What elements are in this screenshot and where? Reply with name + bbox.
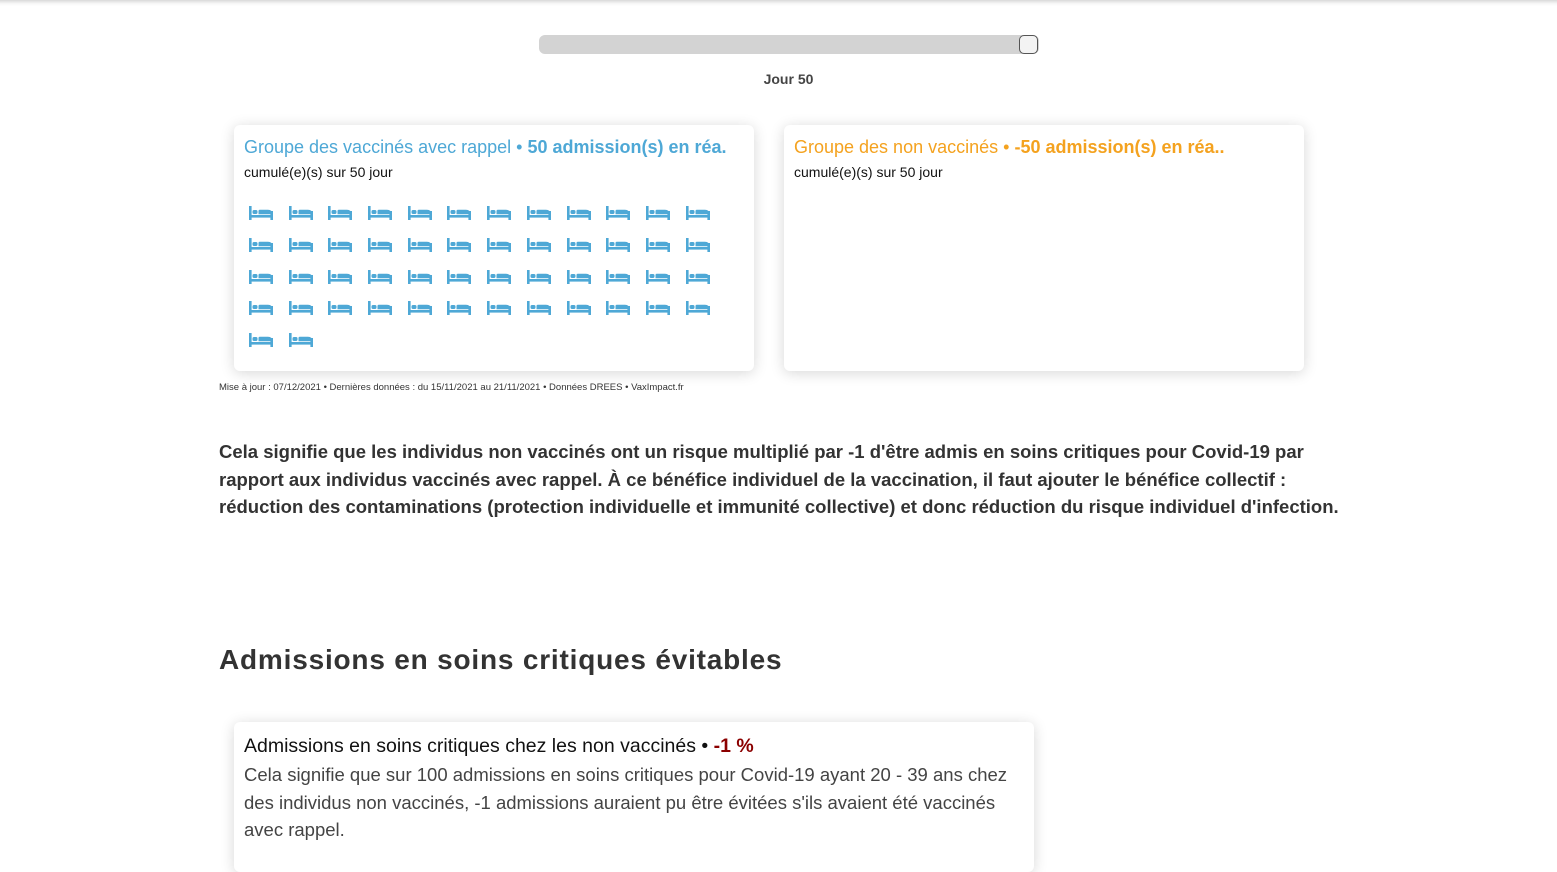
day-slider-track[interactable] [539,35,1039,54]
title-separator: • [695,735,714,757]
bed-icon [486,269,512,285]
bed-icon [407,237,433,253]
title-separator: • [998,137,1015,157]
bed-icon [367,269,393,285]
risk-explanation: Cela signifie que les individus non vacc… [219,441,1339,517]
bed-icon [288,300,314,316]
bed-icon [526,300,552,316]
bed-icon [526,237,552,253]
day-slider-thumb[interactable] [1019,35,1038,54]
top-shadow [0,0,1557,6]
bed-icon [446,269,472,285]
bed-icon [367,205,393,221]
bed-icon [486,205,512,221]
bed-icon [645,269,671,285]
avoidable-title-label: Admissions en soins critiques chez les n… [244,735,696,757]
bed-icon [645,205,671,221]
bed-icon [327,237,353,253]
vaccinated-card-subtitle: cumulé(e)(s) sur 50 jour [244,164,393,180]
bed-icon [288,269,314,285]
bed-icon [605,205,631,221]
bed-icon [685,205,711,221]
bed-icon [248,269,274,285]
vaccinated-card-title: Groupe des vaccinés avec rappel • 50 adm… [244,137,727,158]
bed-icon [288,237,314,253]
avoidable-explanation: Cela signifie que sur 100 admissions en … [244,764,1008,840]
bed-icon [685,300,711,316]
bed-icon [327,269,353,285]
nonvaccinated-card-subtitle: cumulé(e)(s) sur 50 jour [794,164,943,180]
bed-icon [446,300,472,316]
bed-icon [248,237,274,253]
vaccinated-bed-grid [248,205,728,364]
bed-icon [327,300,353,316]
nonvaccinated-group-label: Groupe des non vaccinés [794,137,999,157]
data-source-footnote: Mise à jour : 07/12/2021 • Dernières don… [219,382,684,393]
bed-icon [288,332,314,348]
bed-icon [645,237,671,253]
bed-icon [605,300,631,316]
bed-icon [526,269,552,285]
bed-icon [605,237,631,253]
bed-icon [248,332,274,348]
avoidable-admissions-card: Admissions en soins critiques chez les n… [234,722,1034,872]
bed-icon [566,205,592,221]
bed-icon [645,300,671,316]
bed-icon [566,269,592,285]
bed-icon [367,300,393,316]
nonvaccinated-card-title: Groupe des non vaccinés • -50 admission(… [794,137,1225,158]
vaccinated-admission-count: 50 admission(s) en réa. [527,137,727,157]
vaccinated-group-label: Groupe des vaccinés avec rappel [244,137,512,157]
section-title: Admissions en soins critiques évitables [219,644,783,675]
bed-icon [407,269,433,285]
bed-icon [248,300,274,316]
bed-icon [685,237,711,253]
bed-icon [288,205,314,221]
vaccinated-group-card: Groupe des vaccinés avec rappel • 50 adm… [234,125,754,371]
bed-icon [248,205,274,221]
bed-icon [486,300,512,316]
bed-icon [446,205,472,221]
bed-icon [446,237,472,253]
nonvaccinated-admission-count: -50 admission(s) en réa.. [1014,137,1225,157]
avoidable-card-title: Admissions en soins critiques chez les n… [244,735,754,758]
bed-icon [367,237,393,253]
title-separator: • [511,137,528,157]
nonvaccinated-group-card: Groupe des non vaccinés • -50 admission(… [784,125,1304,371]
bed-icon [327,205,353,221]
day-label: Jour 50 [763,71,814,87]
bed-icon [407,300,433,316]
bed-icon [526,205,552,221]
bed-icon [407,205,433,221]
bed-icon [486,237,512,253]
bed-icon [685,269,711,285]
bed-icon [566,237,592,253]
bed-icon [605,269,631,285]
bed-icon [566,300,592,316]
avoidable-percent: -1 % [713,735,754,757]
